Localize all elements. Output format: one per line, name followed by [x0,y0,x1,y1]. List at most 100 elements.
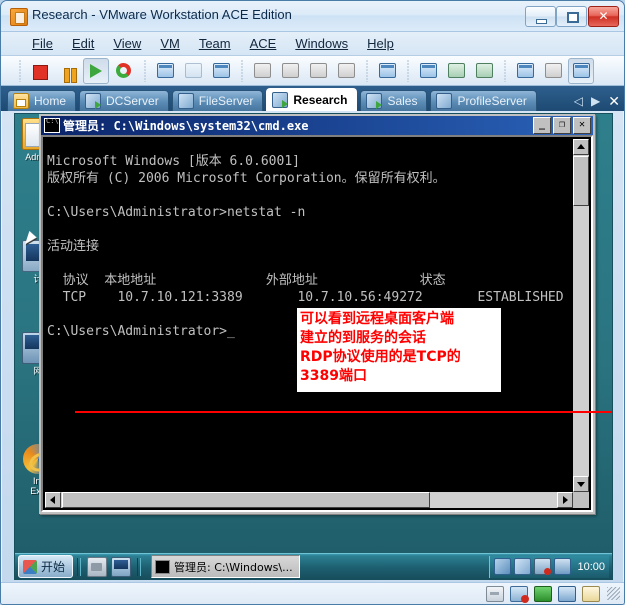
minimize-icon: _ [538,119,546,130]
quick-switch-button[interactable] [443,58,469,84]
tab-fileserver[interactable]: FileServer [171,90,264,111]
tab-close-icon[interactable]: ✕ [608,94,620,108]
show-sidebar-button[interactable] [415,58,441,84]
start-button-label: 开始 [41,560,66,574]
printer-icon[interactable] [582,585,600,602]
wrench-icon [517,62,534,78]
vm-tab-bar: Home DCServer FileServer Research Sales … [1,86,624,111]
console-horizontal-scrollbar[interactable] [45,492,573,508]
scroll-left-button[interactable] [45,492,61,508]
taskbar-clock[interactable]: 10:00 [577,561,605,573]
clone-team-button[interactable] [277,58,303,84]
reset-button[interactable] [111,58,137,84]
menu-vm[interactable]: VM [151,34,189,53]
menu-edit[interactable]: Edit [63,34,103,53]
quick-launch-show-desktop-icon[interactable] [87,556,108,577]
vm-icon [436,93,453,109]
fullscreen-button[interactable] [471,58,497,84]
maximize-button[interactable] [556,6,587,27]
tab-research[interactable]: Research [266,88,358,111]
new-snapshot-button[interactable] [152,58,178,84]
settings-button[interactable] [512,58,538,84]
menu-help[interactable]: Help [358,34,403,53]
vmware-tools-icon[interactable] [514,558,532,575]
vm-icon [177,93,194,109]
two-windows-icon[interactable] [494,558,512,575]
menu-team[interactable]: Team [190,34,240,53]
new-vm-icon [310,62,327,78]
quick-launch-switch-window-icon[interactable] [111,556,132,577]
menu-view[interactable]: View [104,34,150,53]
tab-home[interactable]: Home [7,90,77,111]
new-vm-button[interactable] [305,58,331,84]
tab-next-icon[interactable]: ▶ [591,94,600,108]
menu-file[interactable]: File [23,34,62,53]
tab-prev-icon[interactable]: ◁ [574,94,583,108]
summary-button[interactable] [540,58,566,84]
menu-windows[interactable]: Windows [286,34,357,53]
volume-icon[interactable] [554,558,572,575]
clone-team-icon [282,62,299,78]
vm-console-screen[interactable]: Admin 计 网 IntExp 管理员: C:\Windows\system3… [14,113,613,580]
cmd-close-button[interactable]: ✕ [573,117,591,134]
menu-edit-label: Edit [71,36,95,51]
cmd-window[interactable]: 管理员: C:\Windows\system32\cmd.exe _ ❐ ✕ M… [39,114,612,514]
minimize-icon [526,7,555,26]
home-icon [13,93,29,109]
sound-icon[interactable] [558,585,576,602]
maximize-icon [557,7,586,26]
taskbar-separator [137,557,142,576]
tab-dcserver[interactable]: DCServer [79,90,169,111]
power-off-button[interactable] [27,58,53,84]
taskbar-button-cmd[interactable]: 管理员: C:\Windows\... [151,555,300,578]
toolbar-separator [404,59,411,82]
close-button[interactable]: ✕ [588,6,619,27]
maximize-icon: ❐ [558,119,566,130]
vm-running-icon [85,93,102,109]
start-button[interactable]: 开始 [18,555,74,578]
scroll-down-button[interactable] [573,476,589,492]
annotation-line-4: 3389端口 [300,368,367,384]
snapshot-revert-icon [185,62,202,78]
network-adapter-icon[interactable] [510,585,529,603]
resize-grip[interactable] [607,587,620,600]
console-vertical-scrollbar[interactable] [573,139,589,492]
snapshot-manager-button[interactable] [208,58,234,84]
clone-button[interactable] [249,58,275,84]
tab-profileserver[interactable]: ProfileServer [430,90,537,111]
usb-icon [338,62,355,78]
pause-icon [59,62,77,83]
tab-dcserver-label: DCServer [106,94,159,108]
power-on-button[interactable] [83,57,109,84]
cmd-console-body[interactable]: Microsoft Windows [版本 6.0.6001] 版权所有 (C)… [41,135,612,512]
guest-desktop[interactable]: Admin 计 网 IntExp 管理员: C:\Windows\system3… [15,114,612,553]
menu-ace[interactable]: ACE [241,34,286,53]
cmd-maximize-button[interactable]: ❐ [553,117,571,134]
chevron-up-icon [577,144,585,149]
capture-button[interactable] [374,58,400,84]
revert-snapshot-button[interactable] [180,58,206,84]
cmd-minimize-button[interactable]: _ [533,117,551,134]
network-status-icon[interactable] [534,558,552,575]
tab-research-label: Research [293,93,348,107]
suspend-button[interactable] [55,58,81,84]
annotation-line-3: RDP协议使用的是TCP的 [300,349,461,365]
cdrom-icon[interactable] [534,585,552,602]
vmware-statusbar [1,582,624,604]
system-tray: 10:00 [489,555,609,578]
menu-windows-label: Windows [295,36,349,51]
floppy-icon[interactable] [486,585,504,602]
menu-team-label: Team [198,36,231,51]
console-view-button[interactable] [568,57,594,84]
tab-sales[interactable]: Sales [360,90,428,111]
chevron-right-icon [563,496,568,504]
tab-fileserver-label: FileServer [198,94,254,108]
usb-button[interactable] [333,58,359,84]
scroll-right-button[interactable] [557,492,573,508]
capture-icon [379,62,396,78]
minimize-button[interactable] [525,6,556,27]
scroll-up-button[interactable] [573,139,589,155]
sidebar-icon [420,62,437,78]
scroll-thumb-vertical[interactable] [573,156,589,206]
scroll-thumb-horizontal[interactable] [62,492,430,508]
